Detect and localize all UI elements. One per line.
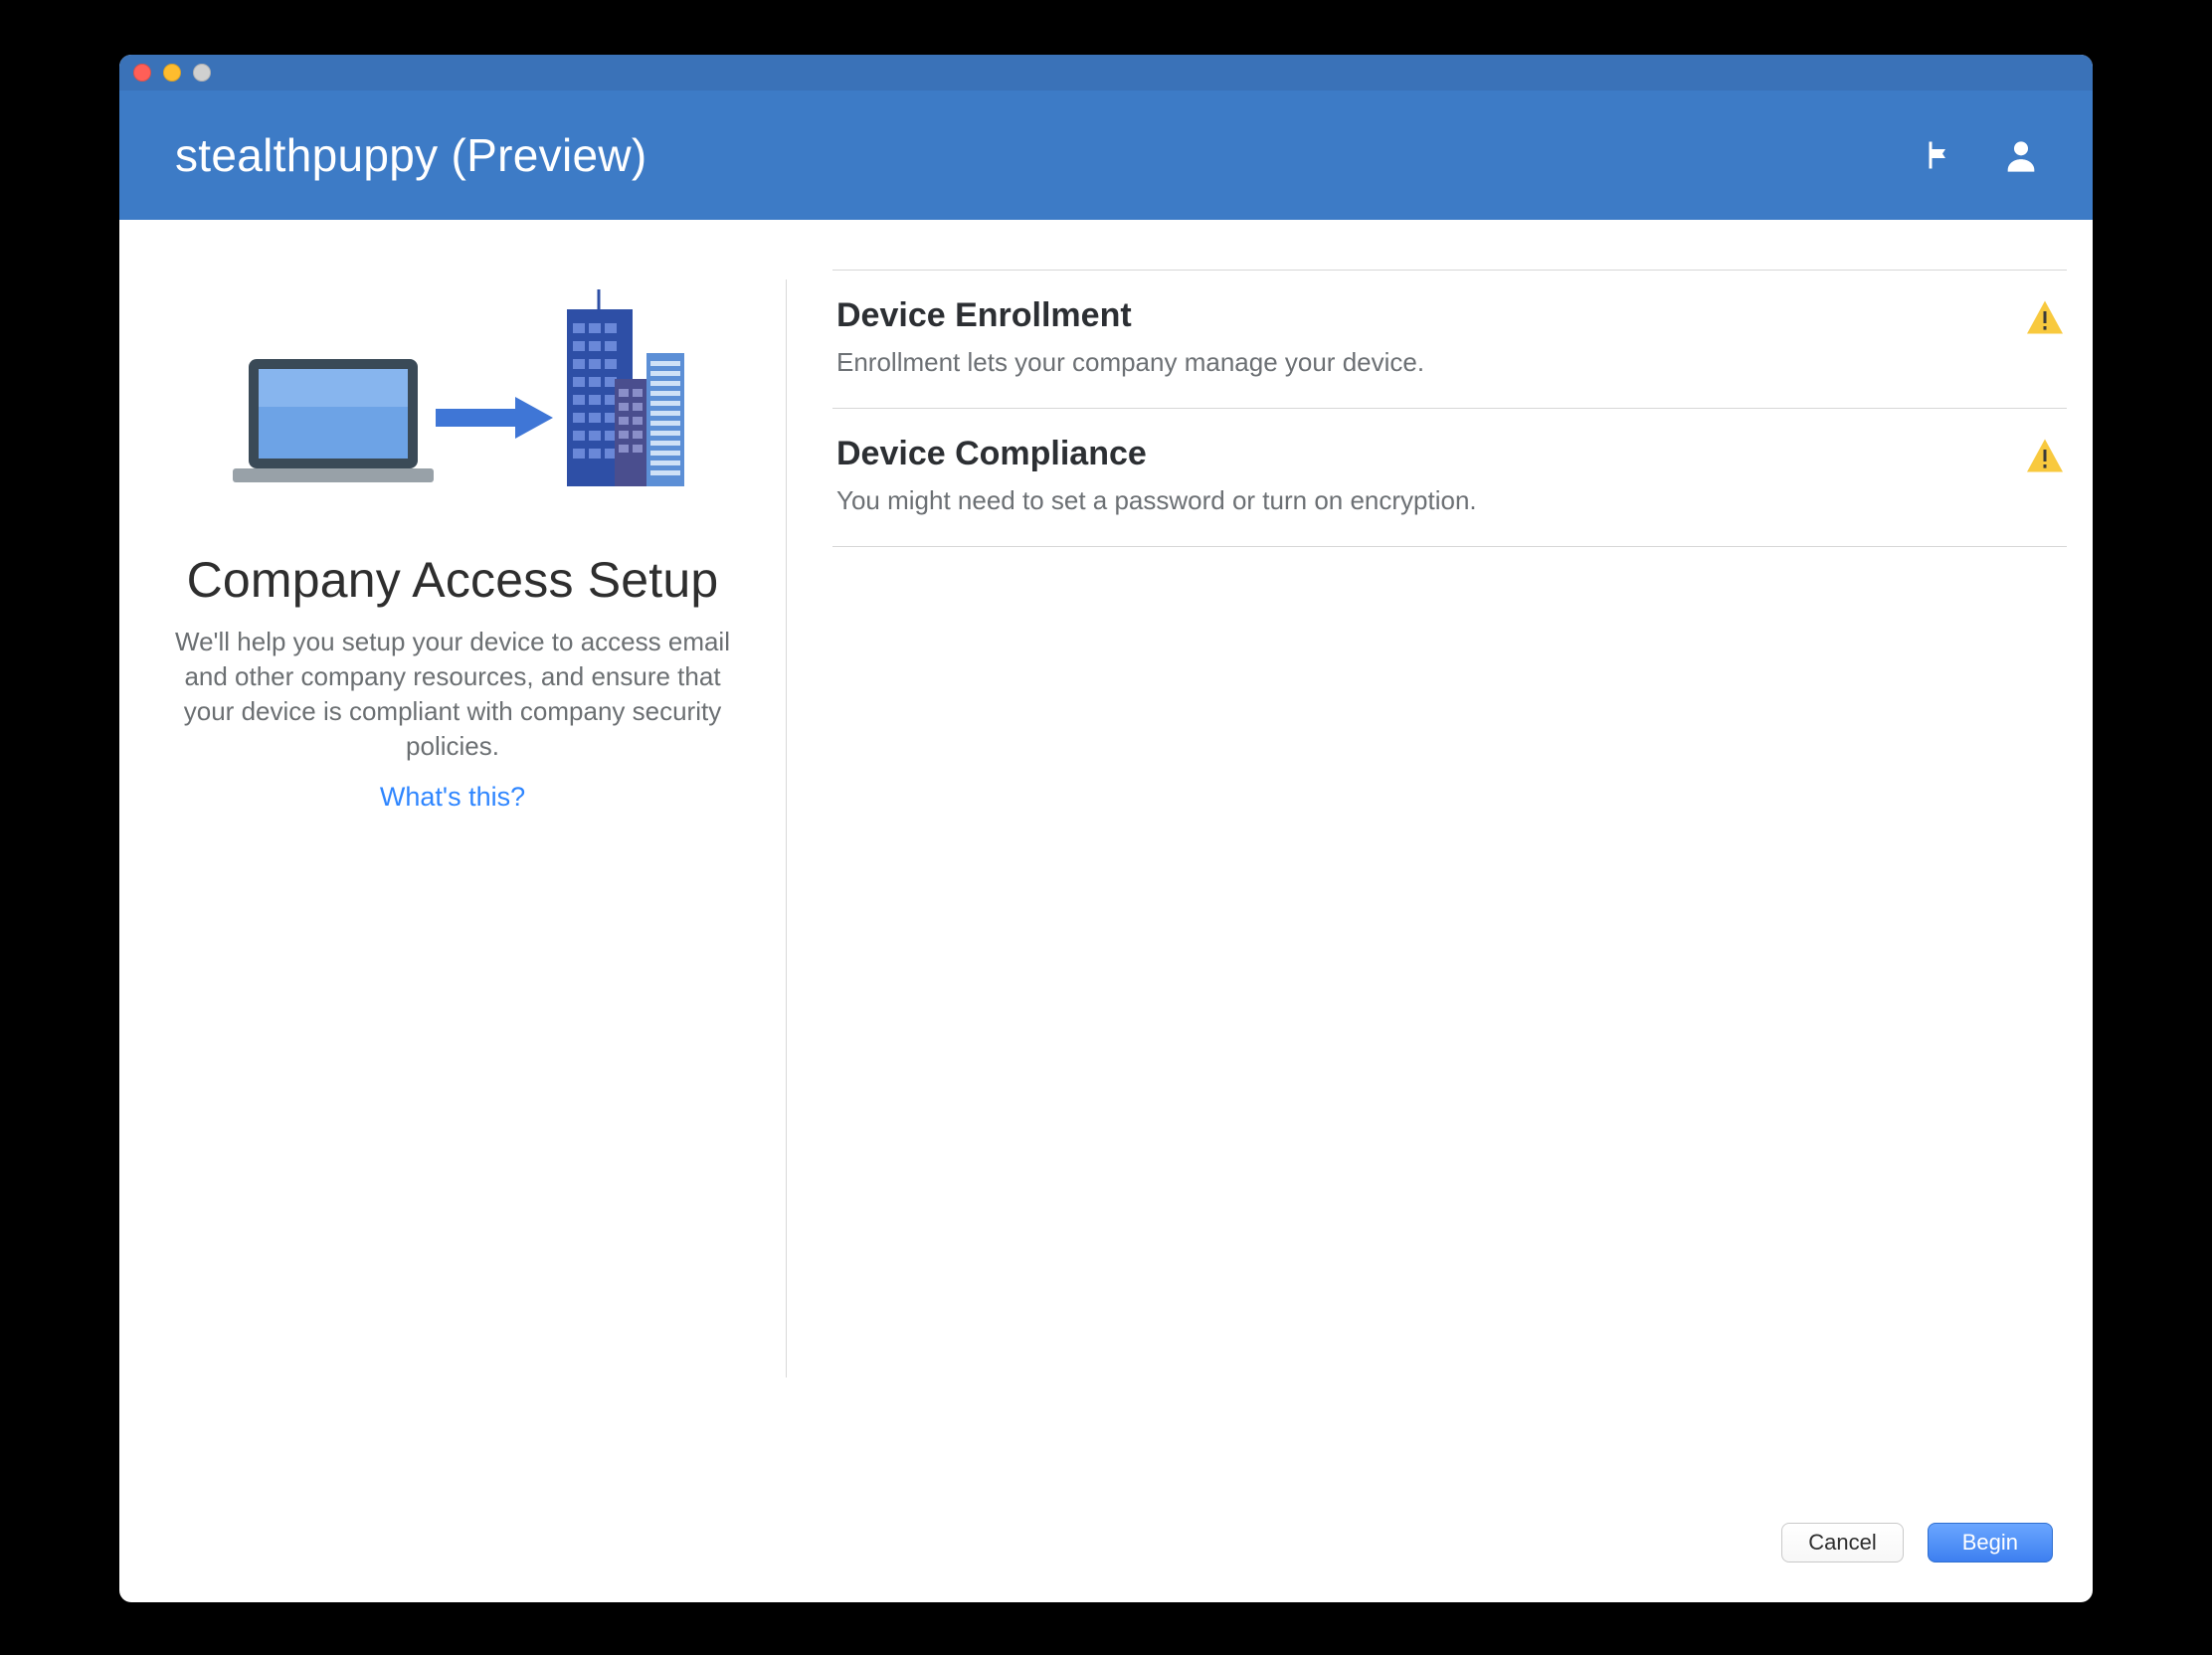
cancel-button[interactable]: Cancel — [1781, 1523, 1903, 1563]
window-close-button[interactable] — [133, 64, 151, 82]
whats-this-link[interactable]: What's this? — [380, 782, 525, 813]
window-titlebar — [119, 55, 2093, 91]
warning-icon — [2011, 435, 2063, 477]
intro-panel: Company Access Setup We'll help you setu… — [119, 220, 786, 1497]
app-header: stealthpuppy (Preview) — [119, 91, 2093, 220]
enrollment-illustration — [219, 289, 686, 523]
intro-title: Company Access Setup — [187, 551, 719, 609]
warning-icon — [2011, 296, 2063, 339]
app-title: stealthpuppy (Preview) — [175, 128, 1922, 182]
app-window: stealthpuppy (Preview) — [119, 55, 2093, 1602]
section-device-enrollment[interactable]: Device Enrollment Enrollment lets your c… — [832, 270, 2067, 408]
section-subtitle: You might need to set a password or turn… — [836, 485, 2011, 516]
section-device-compliance[interactable]: Device Compliance You might need to set … — [832, 408, 2067, 547]
window-minimize-button[interactable] — [163, 64, 181, 82]
flag-icon[interactable] — [1922, 136, 1957, 174]
begin-button[interactable]: Begin — [1928, 1523, 2053, 1563]
footer: Cancel Begin — [119, 1497, 2093, 1602]
steps-panel: Device Enrollment Enrollment lets your c… — [787, 220, 2093, 1497]
window-zoom-button[interactable] — [193, 64, 211, 82]
user-icon[interactable] — [2001, 135, 2041, 175]
intro-description: We'll help you setup your device to acce… — [164, 625, 741, 764]
section-title: Device Compliance — [836, 435, 2011, 473]
section-title: Device Enrollment — [836, 296, 2011, 335]
section-subtitle: Enrollment lets your company manage your… — [836, 347, 2011, 378]
